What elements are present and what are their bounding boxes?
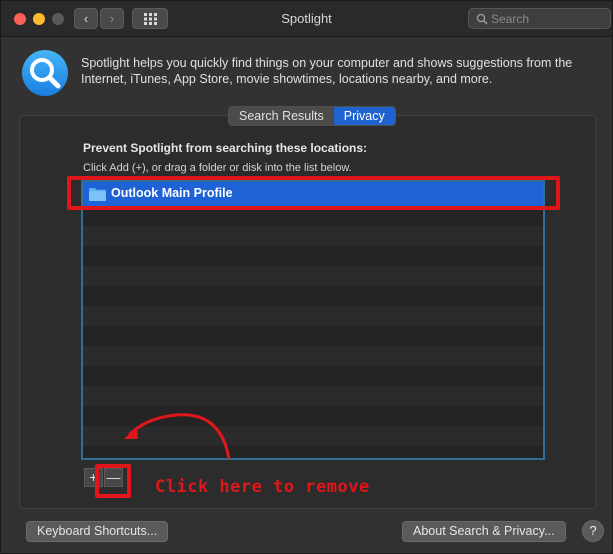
remove-location-button[interactable]: — (104, 468, 123, 487)
list-row-empty (83, 366, 543, 386)
privacy-heading: Prevent Spotlight from searching these l… (83, 141, 368, 155)
folder-icon (89, 188, 106, 201)
annotation-text: Click here to remove (155, 477, 370, 497)
list-row-empty (83, 266, 543, 286)
add-location-button[interactable]: + (84, 468, 103, 487)
annotation-arrow-icon (124, 413, 231, 460)
keyboard-shortcuts-button[interactable]: Keyboard Shortcuts... (26, 521, 169, 542)
list-row-empty (83, 286, 543, 306)
tab-search-results[interactable]: Search Results (229, 107, 334, 125)
tab-privacy[interactable]: Privacy (333, 107, 395, 125)
privacy-hint: Click Add (+), or drag a folder or disk … (83, 162, 352, 174)
spotlight-app-icon (22, 50, 68, 96)
list-row-empty (83, 346, 543, 366)
search-field[interactable] (468, 8, 611, 29)
spotlight-description: Spotlight helps you quickly find things … (81, 56, 573, 86)
about-search-privacy-button[interactable]: About Search & Privacy... (402, 521, 566, 542)
list-row-empty (83, 386, 543, 406)
list-row-empty (83, 326, 543, 346)
preferences-tabs: Search Results Privacy (228, 106, 396, 126)
list-row-empty (83, 226, 543, 246)
title-bar: ‹ › Spotlight (1, 1, 612, 37)
list-row-empty (83, 246, 543, 266)
list-row-empty (83, 306, 543, 326)
spotlight-preferences-window: ‹ › Spotlight Search Spotlight helps you… (0, 0, 613, 554)
search-icon (476, 13, 488, 25)
search-input[interactable] (491, 11, 606, 26)
list-row-empty (83, 206, 543, 226)
list-item-outlook-main-profile[interactable]: Outlook Main Profile (83, 182, 543, 206)
list-item-label: Outlook Main Profile (111, 186, 233, 200)
help-button[interactable]: ? (582, 520, 604, 542)
